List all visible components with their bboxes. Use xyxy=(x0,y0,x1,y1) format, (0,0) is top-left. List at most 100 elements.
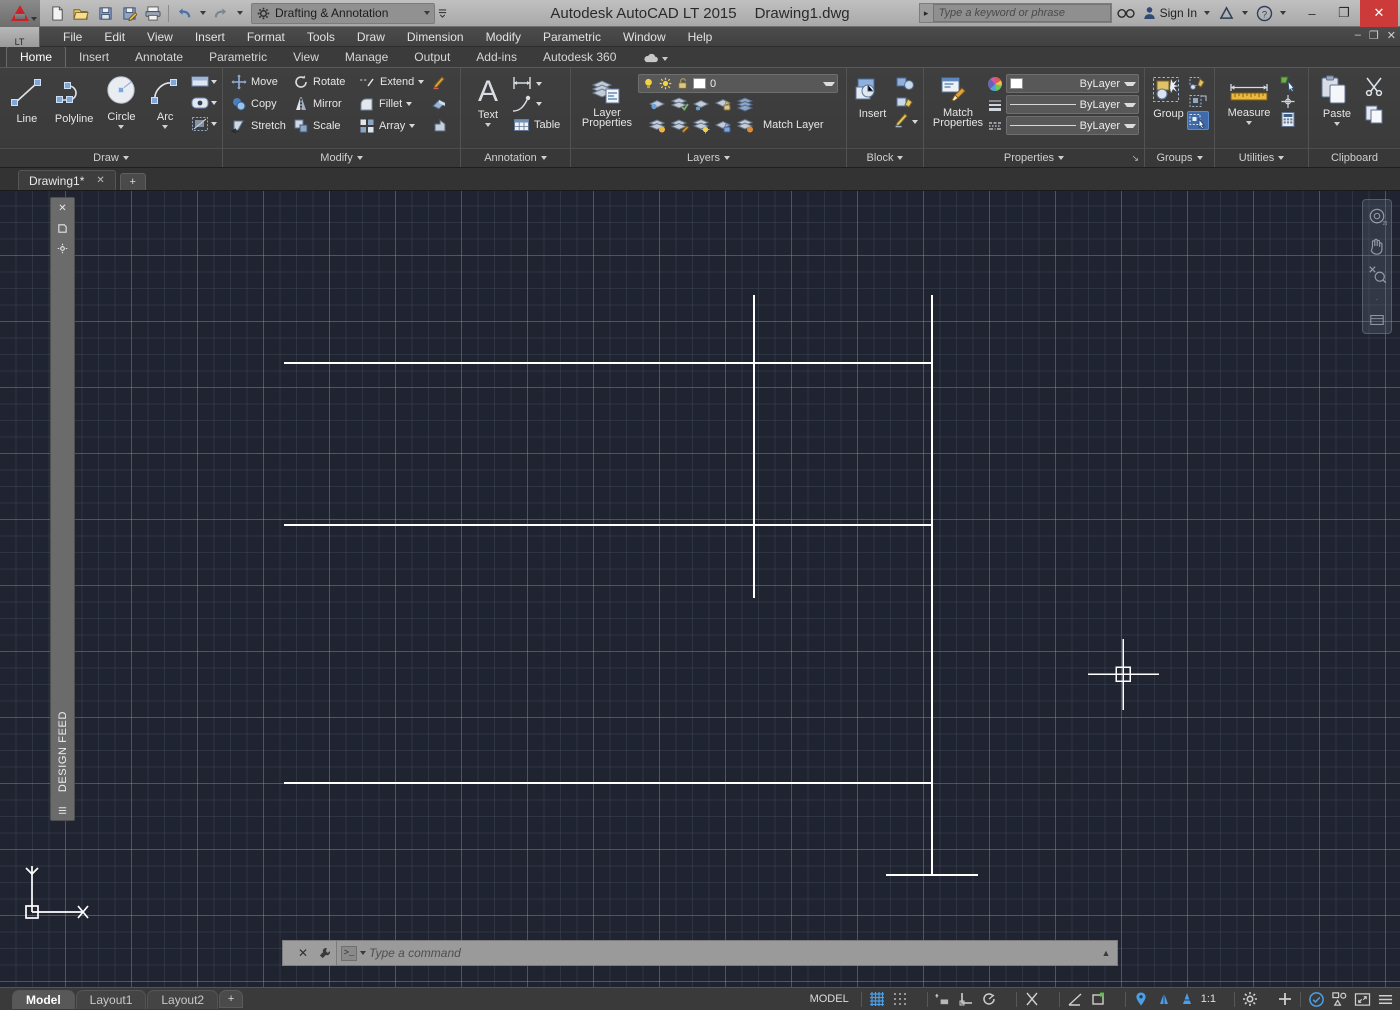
layout-tab-model[interactable]: Model xyxy=(12,989,75,1009)
plot-icon[interactable] xyxy=(142,3,164,24)
panel-annotation-title[interactable]: Annotation xyxy=(461,148,570,167)
match-properties-button[interactable]: Match Properties xyxy=(929,72,987,129)
steering-wheel-icon[interactable]: 2D xyxy=(1364,204,1390,230)
measure-dropdown-icon[interactable] xyxy=(1246,121,1252,125)
customize-icon[interactable] xyxy=(314,941,336,965)
ungroup-icon[interactable] xyxy=(1187,75,1209,92)
close-button[interactable]: ✕ xyxy=(1360,0,1398,27)
search-icon[interactable] xyxy=(1114,2,1138,24)
gradient-dropdown-icon[interactable] xyxy=(211,122,218,126)
group-button[interactable]: Group xyxy=(1150,72,1187,120)
brush-button[interactable] xyxy=(428,71,454,93)
redo-dropdown-icon[interactable] xyxy=(234,3,245,24)
save-icon[interactable] xyxy=(94,3,116,24)
maximize-button[interactable]: ❐ xyxy=(1328,0,1360,27)
paste-button[interactable]: Paste xyxy=(1314,72,1360,126)
snap-dropdown-icon[interactable] xyxy=(911,997,923,1001)
tab-autodesk360[interactable]: Autodesk 360 xyxy=(530,47,629,67)
create-block-icon[interactable] xyxy=(893,75,918,93)
group-edit-icon[interactable] xyxy=(1187,93,1209,110)
dynamic-ucs-toggle[interactable] xyxy=(1087,989,1109,1010)
layer-thaw-icon[interactable] xyxy=(692,117,711,134)
close-icon[interactable]: ✕ xyxy=(50,198,75,218)
panel-layers-title[interactable]: Layers xyxy=(571,148,846,167)
leader-dropdown-icon[interactable] xyxy=(536,102,542,106)
auto-hide-icon[interactable] xyxy=(50,218,75,238)
cloud-icon[interactable] xyxy=(643,53,669,67)
tab-home[interactable]: Home xyxy=(6,46,67,67)
navigation-bar[interactable]: 2D xyxy=(1362,199,1392,334)
layout-tab-layout2[interactable]: Layout2 xyxy=(147,989,219,1009)
point-id-icon[interactable] xyxy=(1278,93,1298,110)
infer-constraints-toggle[interactable] xyxy=(932,989,954,1010)
extend-dropdown-icon[interactable] xyxy=(418,80,425,84)
annotation-visibility-toggle[interactable] xyxy=(1239,989,1261,1010)
command-input-area[interactable]: >_ ▲ xyxy=(336,940,1118,966)
chevron-down-icon[interactable] xyxy=(1124,123,1136,128)
doc-restore-button[interactable]: ❐ xyxy=(1369,29,1379,42)
command-expand-icon[interactable]: ▲ xyxy=(1099,948,1113,958)
workspace-dropdown-icon[interactable] xyxy=(1262,997,1273,1001)
doc-minimize-button[interactable]: – xyxy=(1355,29,1361,42)
menu-item-format[interactable]: Format xyxy=(236,28,296,46)
close-icon[interactable]: ✕ xyxy=(292,941,314,965)
layer-unisolate-icon[interactable] xyxy=(670,95,689,112)
clean-screen-toggle[interactable] xyxy=(1351,989,1373,1010)
rectangle-dropdown-icon[interactable] xyxy=(211,80,218,84)
pan-icon[interactable] xyxy=(1364,233,1390,259)
measure-button[interactable]: Measure xyxy=(1220,72,1278,125)
object-snap-toggle[interactable] xyxy=(1021,989,1043,1010)
lightbulb-icon[interactable] xyxy=(642,77,655,90)
chevron-down-icon[interactable] xyxy=(424,11,430,15)
dimension-button[interactable] xyxy=(510,74,563,94)
layer-combo[interactable]: 0 xyxy=(638,74,838,93)
menu-item-insert[interactable]: Insert xyxy=(184,28,236,46)
chevron-down-icon[interactable] xyxy=(1124,102,1136,107)
panel-modify-title[interactable]: Modify xyxy=(223,148,460,167)
define-attribute-button[interactable] xyxy=(893,113,918,130)
layer-previous-icon[interactable] xyxy=(736,117,755,134)
fillet-button[interactable]: Fillet xyxy=(356,93,428,115)
minimize-button[interactable]: – xyxy=(1296,0,1328,27)
tab-insert[interactable]: Insert xyxy=(66,47,122,67)
menu-item-edit[interactable]: Edit xyxy=(93,28,136,46)
lineweight-combo[interactable]: ByLayer xyxy=(1006,95,1139,114)
arc-button[interactable]: Arc xyxy=(143,72,187,129)
workspace-switcher[interactable]: Drafting & Annotation xyxy=(251,2,435,24)
menu-item-parametric[interactable]: Parametric xyxy=(532,28,612,46)
tab-output[interactable]: Output xyxy=(401,47,463,67)
design-feed-palette[interactable]: ✕ DESIGN FEED xyxy=(50,197,75,821)
application-menu-button[interactable] xyxy=(0,0,40,27)
new-layout-button[interactable]: + xyxy=(219,990,244,1008)
polar-tracking-toggle[interactable] xyxy=(978,989,1000,1010)
document-tab-drawing1[interactable]: Drawing1* ✕ xyxy=(18,170,116,190)
help-dropdown-icon[interactable] xyxy=(1278,2,1288,24)
text-button[interactable]: A Text xyxy=(466,72,510,127)
redo-icon[interactable] xyxy=(210,3,232,24)
command-line-grip[interactable]: ⋮ xyxy=(282,940,292,966)
hatch-dropdown-icon[interactable] xyxy=(211,101,218,105)
layer-isolate-icon[interactable] xyxy=(648,95,667,112)
circle-button[interactable]: Circle xyxy=(100,72,144,129)
polyline-button[interactable]: Polyline xyxy=(49,72,100,125)
object-snap-tracking-toggle[interactable] xyxy=(1064,989,1086,1010)
help-icon[interactable]: ? xyxy=(1252,2,1276,24)
leader-button[interactable] xyxy=(510,94,563,114)
menu-item-modify[interactable]: Modify xyxy=(475,28,532,46)
search-box[interactable]: ▸ xyxy=(918,3,1112,23)
scale-button[interactable]: Scale xyxy=(290,115,356,137)
table-button[interactable]: Table xyxy=(510,114,563,136)
explode-button[interactable] xyxy=(428,115,454,137)
properties-icon[interactable] xyxy=(50,238,75,258)
doc-close-button[interactable]: ✕ xyxy=(1387,29,1396,42)
define-attribute-dropdown-icon[interactable] xyxy=(912,119,918,124)
save-as-icon[interactable] xyxy=(118,3,140,24)
lineweight-display-toggle[interactable] xyxy=(1153,989,1175,1010)
isolate-objects-toggle[interactable] xyxy=(1305,989,1327,1010)
rectangle-button[interactable] xyxy=(189,72,218,92)
array-button[interactable]: Array xyxy=(356,115,428,137)
match-layer-button[interactable]: Match Layer xyxy=(760,114,827,136)
layer-unlock-icon[interactable] xyxy=(714,117,733,134)
layer-properties-button[interactable]: Layer Properties xyxy=(576,72,638,129)
command-line[interactable]: ⋮ ✕ >_ ▲ xyxy=(282,940,1118,966)
